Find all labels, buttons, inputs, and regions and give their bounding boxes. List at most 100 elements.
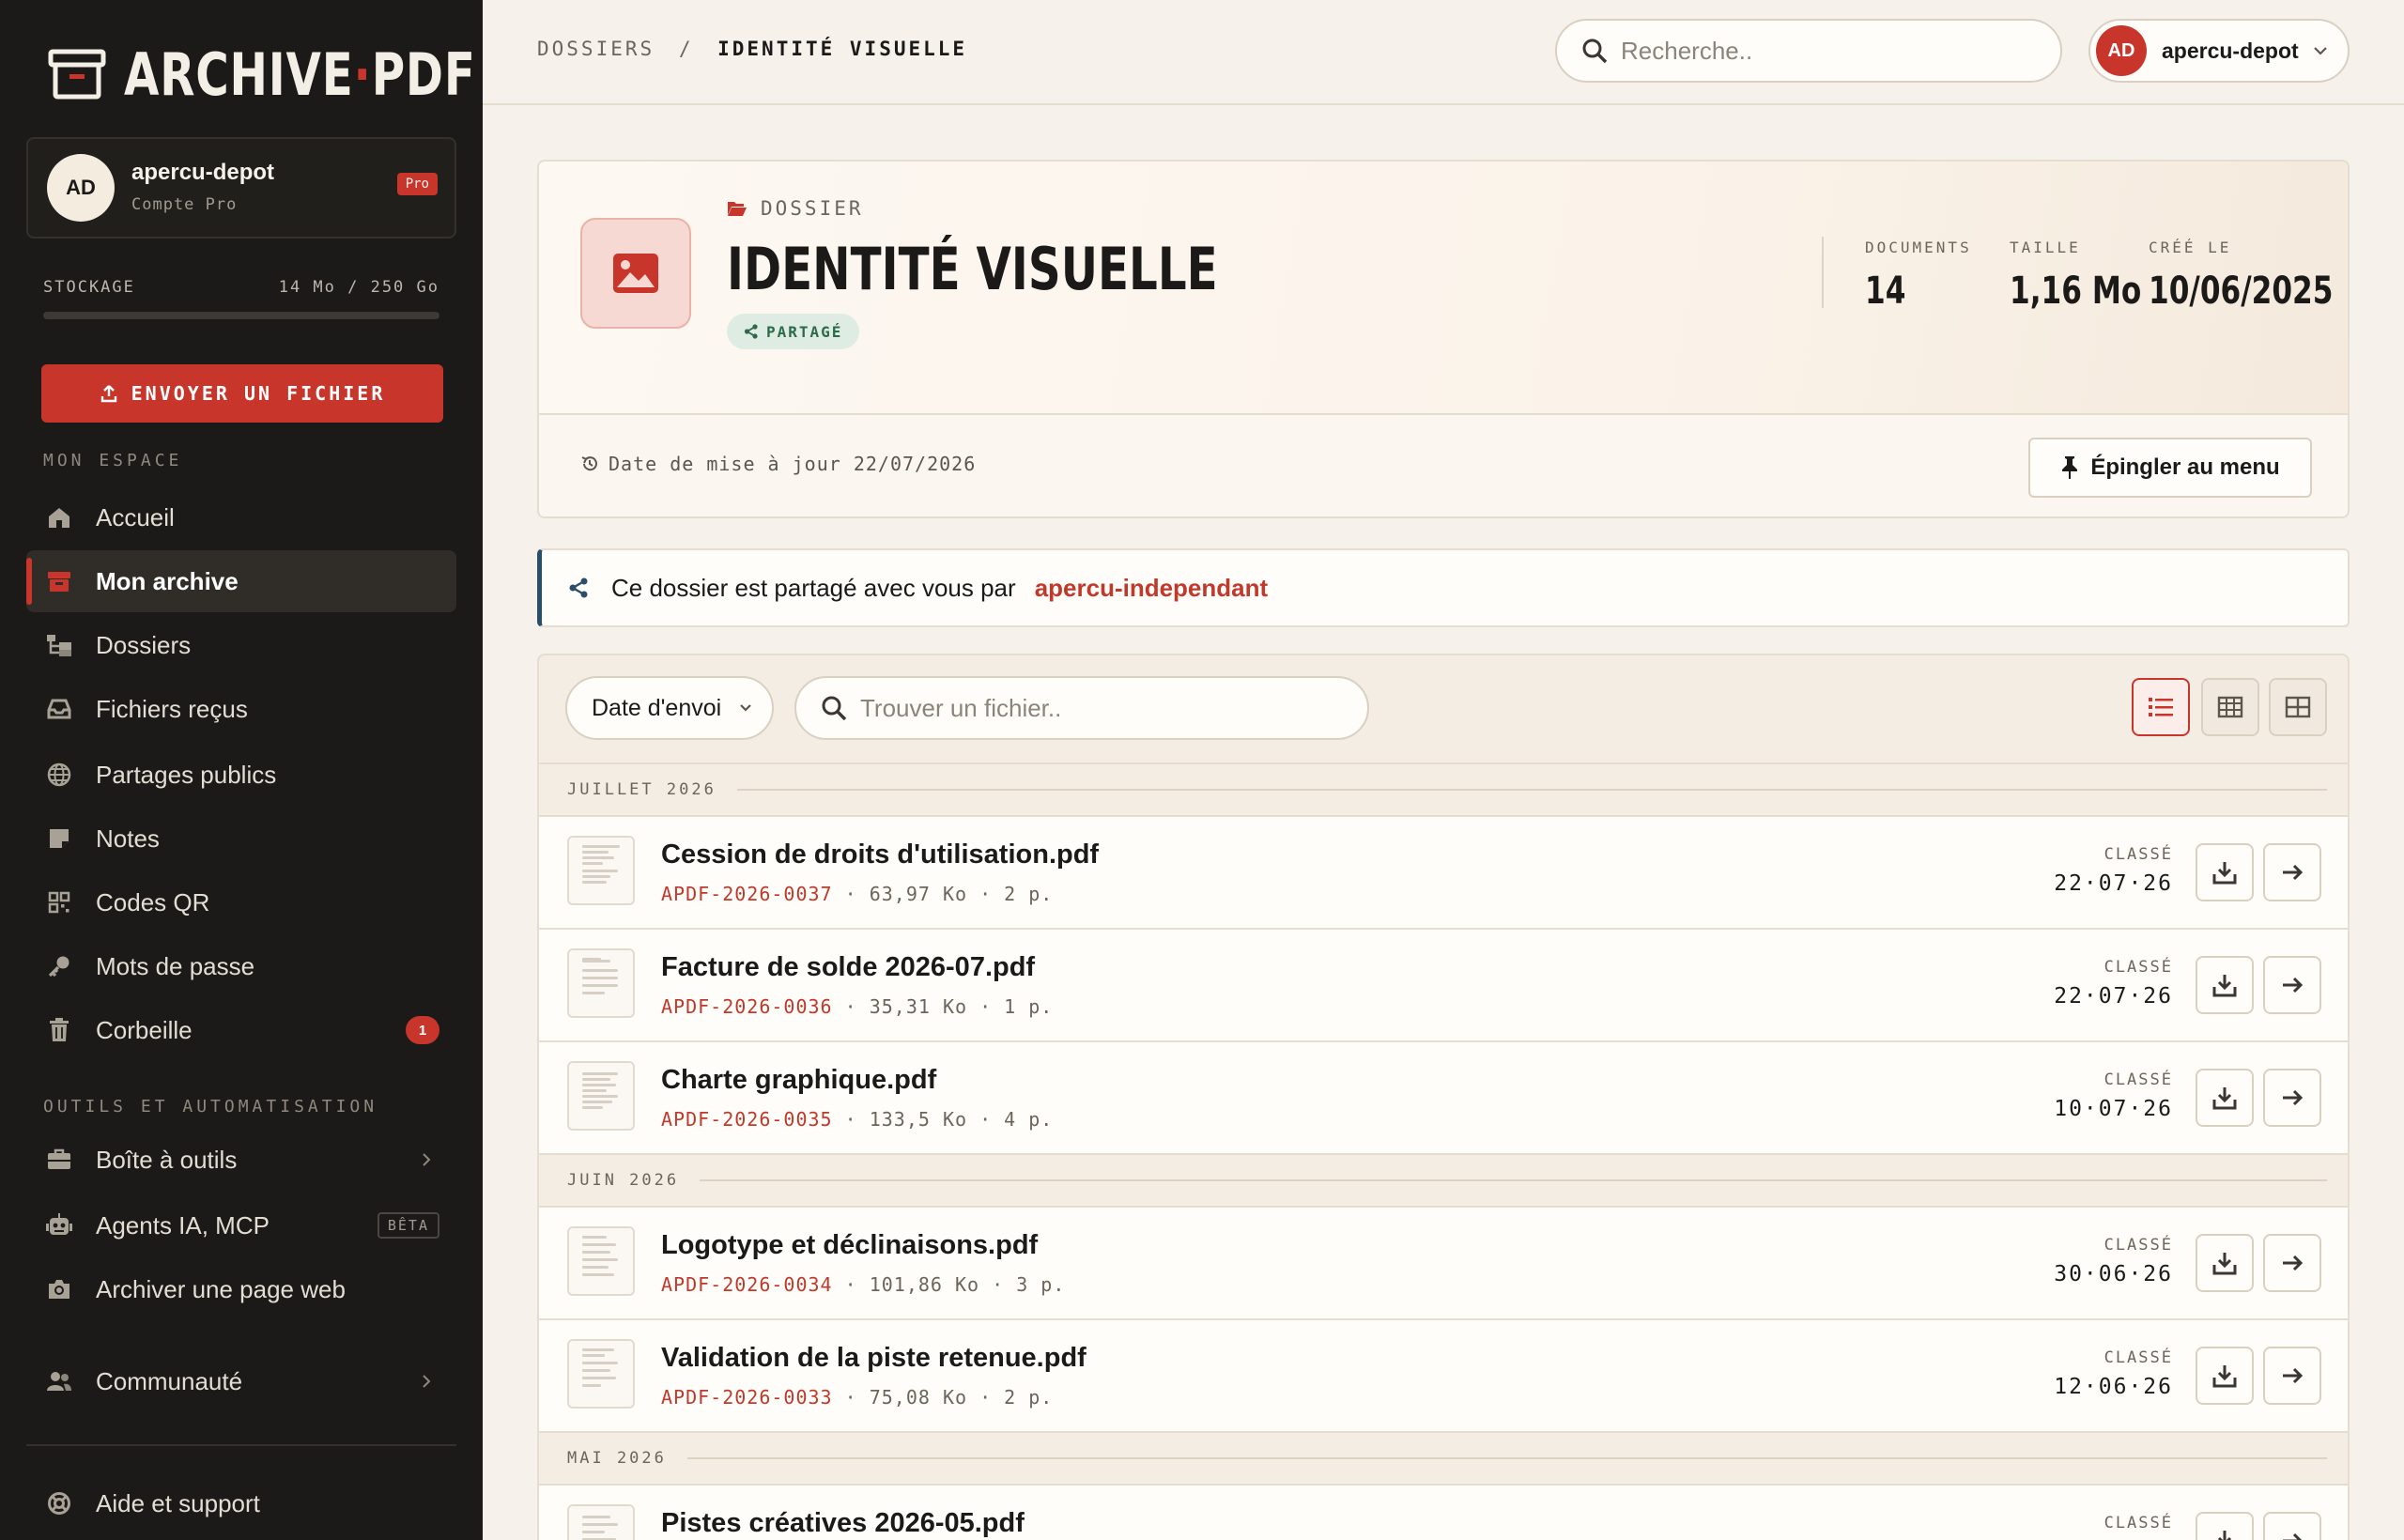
user-menu-button[interactable]: AD apercu-depot — [2088, 19, 2350, 83]
arrow-right-icon — [2279, 859, 2305, 886]
download-button[interactable] — [2196, 843, 2254, 901]
breadcrumb: DOSSIERS / IDENTITÉ VISUELLE — [537, 38, 967, 60]
pdf-thumbnail — [567, 1226, 635, 1296]
download-icon — [2211, 1250, 2238, 1276]
sidebar-item-label: Partages publics — [96, 760, 277, 789]
user-name: apercu-depot — [2162, 38, 2299, 63]
sidebar-item-mon-archive[interactable]: Mon archive — [26, 550, 456, 612]
open-file-button[interactable] — [2263, 1234, 2321, 1292]
file-size: 133,5 Ko — [869, 1108, 968, 1131]
open-file-button[interactable] — [2263, 1347, 2321, 1405]
file-search-input[interactable]: Trouver un fichier.. — [794, 676, 1369, 740]
table-view-button[interactable] — [2201, 678, 2259, 736]
file-meta: APDF-2026-0034 · 101,86 Ko · 3 p. — [661, 1273, 1065, 1296]
file-name[interactable]: Validation de la piste retenue.pdf — [661, 1343, 1086, 1374]
pdf-thumbnail — [567, 1061, 635, 1131]
download-button[interactable] — [2196, 1234, 2254, 1292]
group-header-rule — [700, 1179, 2327, 1181]
sidebar-item-communaute[interactable]: Communauté — [26, 1350, 456, 1412]
file-row[interactable]: Charte graphique.pdf APDF-2026-0035 · 133… — [539, 1040, 2348, 1153]
meta-separator: · — [832, 1108, 870, 1131]
upload-file-button[interactable]: ENVOYER UN FICHIER — [41, 364, 443, 423]
file-status: CLASSÉ 12·06·26 — [2054, 1348, 2173, 1399]
sidebar-item-agents-ia[interactable]: Agents IA, MCP BÊTA — [26, 1194, 456, 1256]
breadcrumb-parent[interactable]: DOSSIERS — [537, 38, 655, 60]
download-button[interactable] — [2196, 1069, 2254, 1127]
sidebar-item-boite-a-outils[interactable]: Boîte à outils — [26, 1129, 456, 1191]
pin-to-menu-button[interactable]: Épingler au menu — [2028, 438, 2312, 498]
file-name[interactable]: Logotype et déclinaisons.pdf — [661, 1230, 1038, 1261]
open-file-button[interactable] — [2263, 1512, 2321, 1540]
file-row[interactable]: Logotype et déclinaisons.pdf APDF-2026-00… — [539, 1206, 2348, 1318]
file-name[interactable]: Pistes créatives 2026-05.pdf — [661, 1508, 1025, 1539]
file-meta: APDF-2026-0037 · 63,97 Ko · 2 p. — [661, 883, 1053, 905]
pdf-thumbnail — [567, 1504, 635, 1540]
download-button[interactable] — [2196, 1512, 2254, 1540]
meta-separator: · — [832, 883, 870, 905]
file-pages: 4 p. — [1004, 1108, 1054, 1131]
key-icon — [45, 952, 73, 980]
files-panel: Date d'envoi Trouver un fichier.. JUILLE… — [537, 654, 2350, 1540]
sidebar-item-archiver-page-web[interactable]: Archiver une page web — [26, 1258, 456, 1320]
storage-label: STOCKAGE — [43, 278, 135, 297]
grid-view-button[interactable] — [2269, 678, 2327, 736]
sidebar-item-dossiers[interactable]: Dossiers — [26, 614, 456, 676]
sidebar-item-label: Fichiers reçus — [96, 694, 248, 723]
avatar: AD — [47, 154, 115, 222]
share-owner-link[interactable]: apercu-independant — [1035, 574, 1268, 603]
folder-kicker-label: DOSSIER — [761, 197, 864, 220]
sidebar-item-label: Mon archive — [96, 566, 239, 595]
last-updated-text: Date de mise à jour 22/07/2026 — [609, 453, 977, 475]
sidebar-item-aide-support[interactable]: Aide et support — [26, 1472, 456, 1534]
sidebar-item-partages-publics[interactable]: Partages publics — [26, 744, 456, 806]
plan-badge: Pro — [396, 173, 438, 195]
sidebar: ARCHIVE·PDF AD apercu-depot Compte Pro P… — [0, 0, 483, 1540]
sidebar-item-codes-qr[interactable]: Codes QR — [26, 871, 456, 933]
group-header: JUIN 2026 — [539, 1153, 2348, 1206]
account-card[interactable]: AD apercu-depot Compte Pro Pro — [26, 137, 456, 239]
file-status: CLASSÉ 22·07·26 — [2054, 958, 2173, 1009]
arrow-right-icon — [2279, 972, 2305, 998]
download-button[interactable] — [2196, 956, 2254, 1014]
account-plan: Compte Pro — [131, 195, 238, 214]
sidebar-item-notes[interactable]: Notes — [26, 808, 456, 870]
file-row[interactable]: Facture de solde 2026-07.pdf APDF-2026-00… — [539, 928, 2348, 1040]
brand-logo[interactable]: ARCHIVE·PDF — [47, 40, 483, 109]
file-row[interactable]: Pistes créatives 2026-05.pdf CLASSÉ — [539, 1484, 2348, 1540]
sidebar-item-label: Codes QR — [96, 887, 210, 916]
file-row[interactable]: Cession de droits d'utilisation.pdf APDF-… — [539, 815, 2348, 928]
open-file-button[interactable] — [2263, 956, 2321, 1014]
home-icon — [45, 503, 73, 531]
history-icon — [580, 454, 599, 473]
sidebar-item-fichiers-recus[interactable]: Fichiers reçus — [26, 678, 456, 740]
download-button[interactable] — [2196, 1347, 2254, 1405]
arrow-right-icon — [2279, 1085, 2305, 1111]
globe-icon — [45, 761, 73, 789]
stats-divider — [1822, 237, 1824, 308]
trash-icon — [45, 1016, 73, 1044]
file-pages: 3 p. — [1016, 1273, 1066, 1296]
open-file-button[interactable] — [2263, 843, 2321, 901]
file-name[interactable]: Facture de solde 2026-07.pdf — [661, 952, 1035, 983]
beta-badge: BÊTA — [377, 1212, 439, 1239]
meta-separator: · — [967, 1108, 1005, 1131]
list-view-button[interactable] — [2132, 678, 2190, 736]
sidebar-item-label: Dossiers — [96, 630, 192, 659]
folder-tree-icon — [45, 631, 73, 659]
file-size: 101,86 Ko — [869, 1273, 980, 1296]
open-file-button[interactable] — [2263, 1069, 2321, 1127]
global-search-input[interactable]: Recherche.. — [1555, 19, 2062, 83]
sidebar-item-label: Aide et support — [96, 1488, 260, 1517]
archive-box-icon — [47, 44, 107, 104]
meta-separator: · — [967, 995, 1005, 1018]
sort-select[interactable]: Date d'envoi — [565, 676, 774, 740]
sidebar-item-accueil[interactable]: Accueil — [26, 486, 456, 548]
file-name[interactable]: Cession de droits d'utilisation.pdf — [661, 839, 1099, 870]
group-header-rule — [686, 1457, 2327, 1459]
file-name[interactable]: Charte graphique.pdf — [661, 1065, 936, 1096]
sidebar-item-mots-de-passe[interactable]: Mots de passe — [26, 935, 456, 997]
meta-separator: · — [832, 1386, 870, 1409]
sidebar-item-corbeille[interactable]: Corbeille 1 — [26, 999, 456, 1061]
file-row[interactable]: Validation de la piste retenue.pdf APDF-2… — [539, 1318, 2348, 1431]
chevron-down-icon — [2312, 45, 2329, 56]
